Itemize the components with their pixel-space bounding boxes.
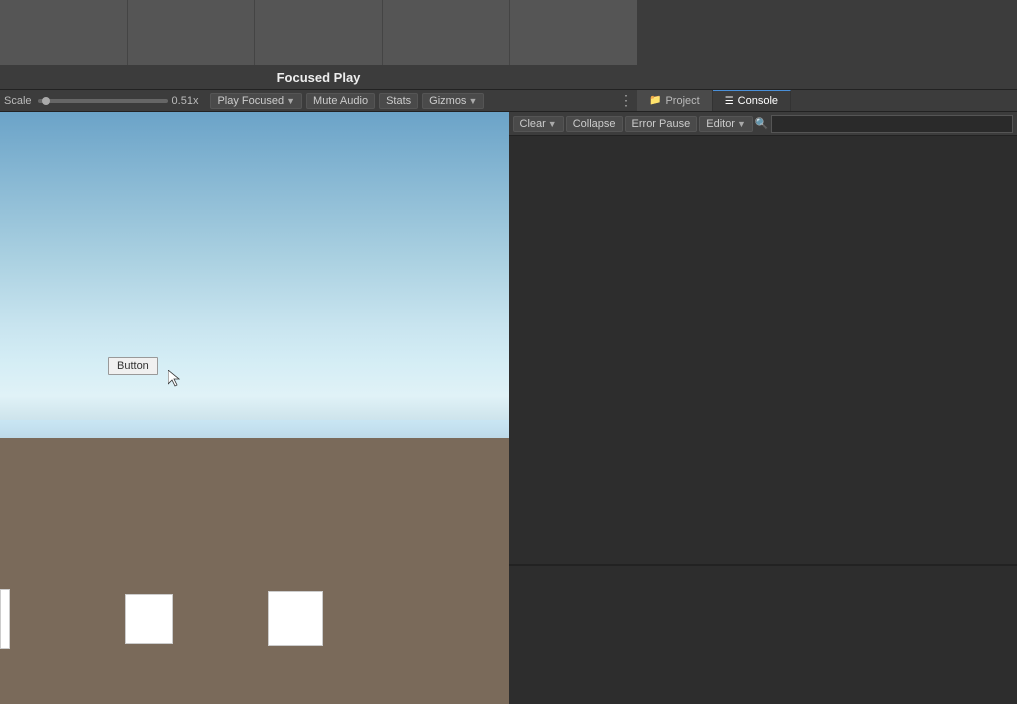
thumbnail-bar bbox=[0, 0, 637, 65]
editor-arrow: ▼ bbox=[737, 119, 746, 129]
console-content bbox=[509, 136, 1017, 564]
gizmos-button[interactable]: Gizmos ▼ bbox=[422, 93, 484, 109]
cube-mid bbox=[125, 594, 173, 644]
scale-slider[interactable] bbox=[38, 99, 168, 103]
viewport-title: Focused Play bbox=[0, 70, 637, 85]
sky-background bbox=[0, 112, 509, 467]
console-bottom bbox=[509, 564, 1017, 704]
collapse-button[interactable]: Collapse bbox=[566, 116, 623, 132]
right-panel: Clear ▼ Collapse Error Pause Editor ▼ 🔍 bbox=[509, 112, 1017, 704]
console-icon: ☰ bbox=[725, 96, 734, 107]
thumbnail-3[interactable] bbox=[255, 0, 383, 65]
game-canvas[interactable]: Button bbox=[0, 112, 509, 704]
mute-audio-button[interactable]: Mute Audio bbox=[306, 93, 375, 109]
clear-arrow: ▼ bbox=[548, 119, 557, 129]
clear-button[interactable]: Clear ▼ bbox=[513, 116, 564, 132]
game-toolbar: Scale 0.51x Play Focused ▼ Mute Audio St… bbox=[0, 90, 637, 112]
editor-button[interactable]: Editor ▼ bbox=[699, 116, 753, 132]
play-focused-button[interactable]: Play Focused ▼ bbox=[210, 93, 302, 109]
scale-value: 0.51x bbox=[172, 95, 199, 107]
tabs-bar: 📁 Project ☰ Console bbox=[637, 90, 1017, 112]
thumbnail-4[interactable] bbox=[383, 0, 511, 65]
scale-label: Scale bbox=[4, 95, 32, 107]
more-options-icon[interactable]: ⋮ bbox=[619, 92, 633, 109]
play-focused-arrow: ▼ bbox=[286, 96, 295, 106]
cube-right bbox=[268, 591, 323, 646]
search-icon: 🔍 bbox=[755, 117, 769, 130]
gizmos-arrow: ▼ bbox=[468, 96, 477, 106]
right-top-area bbox=[637, 0, 1017, 65]
error-pause-button[interactable]: Error Pause bbox=[625, 116, 698, 132]
console-toolbar: Clear ▼ Collapse Error Pause Editor ▼ 🔍 bbox=[509, 112, 1017, 136]
tab-project[interactable]: 📁 Project bbox=[637, 90, 713, 111]
tab-project-label: Project bbox=[665, 95, 699, 107]
thumbnail-2[interactable] bbox=[128, 0, 256, 65]
scene-ui-button[interactable]: Button bbox=[108, 357, 158, 375]
tab-console[interactable]: ☰ Console bbox=[713, 90, 791, 111]
thumbnail-5[interactable] bbox=[510, 0, 637, 65]
console-search-input[interactable] bbox=[771, 115, 1013, 133]
folder-icon: 📁 bbox=[649, 95, 661, 106]
tab-console-label: Console bbox=[738, 95, 778, 107]
thumbnail-1[interactable] bbox=[0, 0, 128, 65]
scale-thumb bbox=[42, 97, 50, 105]
main-layout: Button Clear ▼ Collapse Error Pause Edit… bbox=[0, 112, 1017, 704]
ground-plane bbox=[0, 438, 509, 704]
cube-left bbox=[0, 589, 10, 649]
stats-button[interactable]: Stats bbox=[379, 93, 418, 109]
